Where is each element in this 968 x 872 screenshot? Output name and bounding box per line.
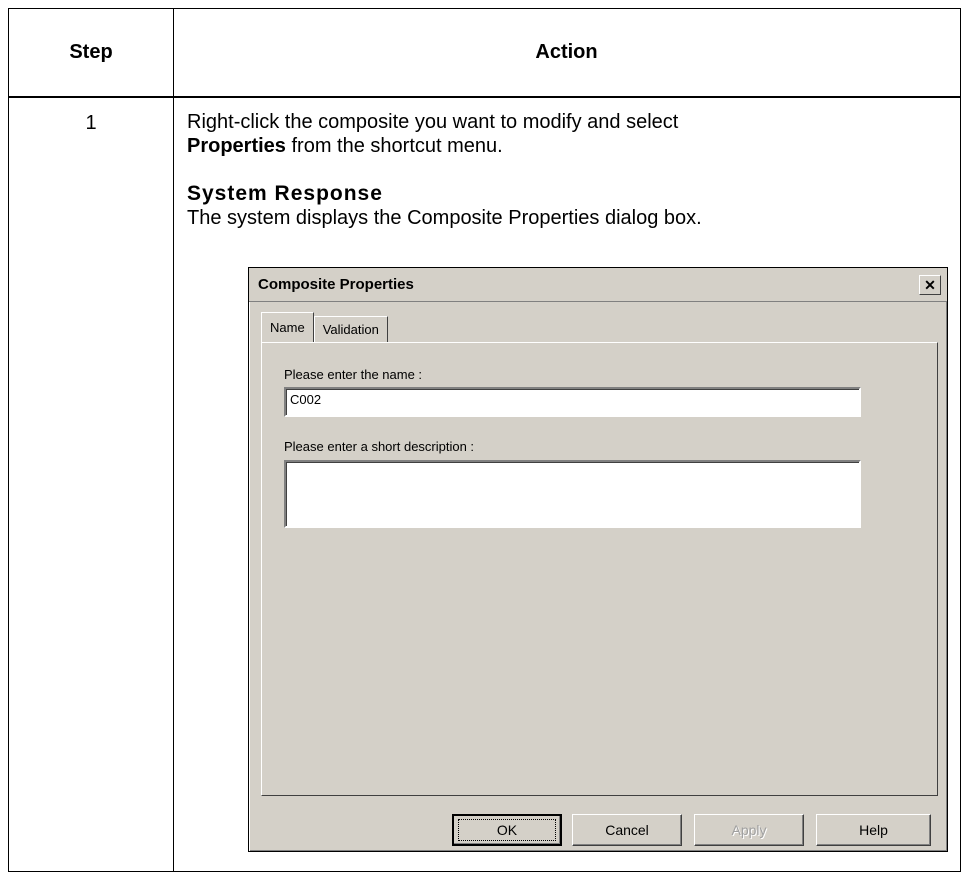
step-number: 1 — [85, 112, 97, 134]
description-input[interactable] — [284, 460, 861, 528]
dialog-titlebar[interactable]: Composite Properties ✕ — [249, 268, 947, 302]
name-label: Please enter the name : — [284, 367, 423, 382]
ok-label: OK — [457, 819, 557, 841]
system-response-title: System Response — [187, 182, 383, 205]
ok-button[interactable]: OK — [452, 814, 562, 846]
cancel-button[interactable]: Cancel — [572, 814, 682, 846]
tab-name[interactable]: Name — [261, 312, 314, 342]
help-label: Help — [859, 822, 888, 838]
header-step: Step — [69, 41, 113, 63]
name-input[interactable]: C002 — [284, 387, 861, 417]
tab-panel-name: Please enter the name : C002 Please ente… — [261, 342, 938, 796]
cancel-label: Cancel — [605, 822, 649, 838]
column-divider — [173, 9, 174, 871]
help-button[interactable]: Help — [816, 814, 931, 846]
apply-button[interactable]: Apply — [694, 814, 804, 846]
instruction-part1: Right-click the composite you want to mo… — [187, 111, 679, 133]
header-divider — [9, 96, 960, 98]
instruction-bold: Properties — [187, 135, 286, 157]
tab-strip: Name Validation — [261, 312, 388, 342]
header-action: Action — [535, 41, 598, 63]
instruction-part2: from the shortcut menu. — [285, 135, 503, 157]
action-cell: Right-click the composite you want to mo… — [187, 110, 946, 230]
instruction-text: Right-click the composite you want to mo… — [187, 110, 946, 158]
apply-label: Apply — [731, 822, 767, 838]
tab-validation[interactable]: Validation — [313, 316, 388, 342]
description-label: Please enter a short description : — [284, 439, 475, 454]
dialog-title: Composite Properties — [258, 276, 414, 293]
composite-properties-dialog: Composite Properties ✕ Name Validation P… — [248, 267, 948, 852]
system-response-text: The system displays the Composite Proper… — [187, 207, 702, 229]
close-icon[interactable]: ✕ — [919, 274, 941, 295]
